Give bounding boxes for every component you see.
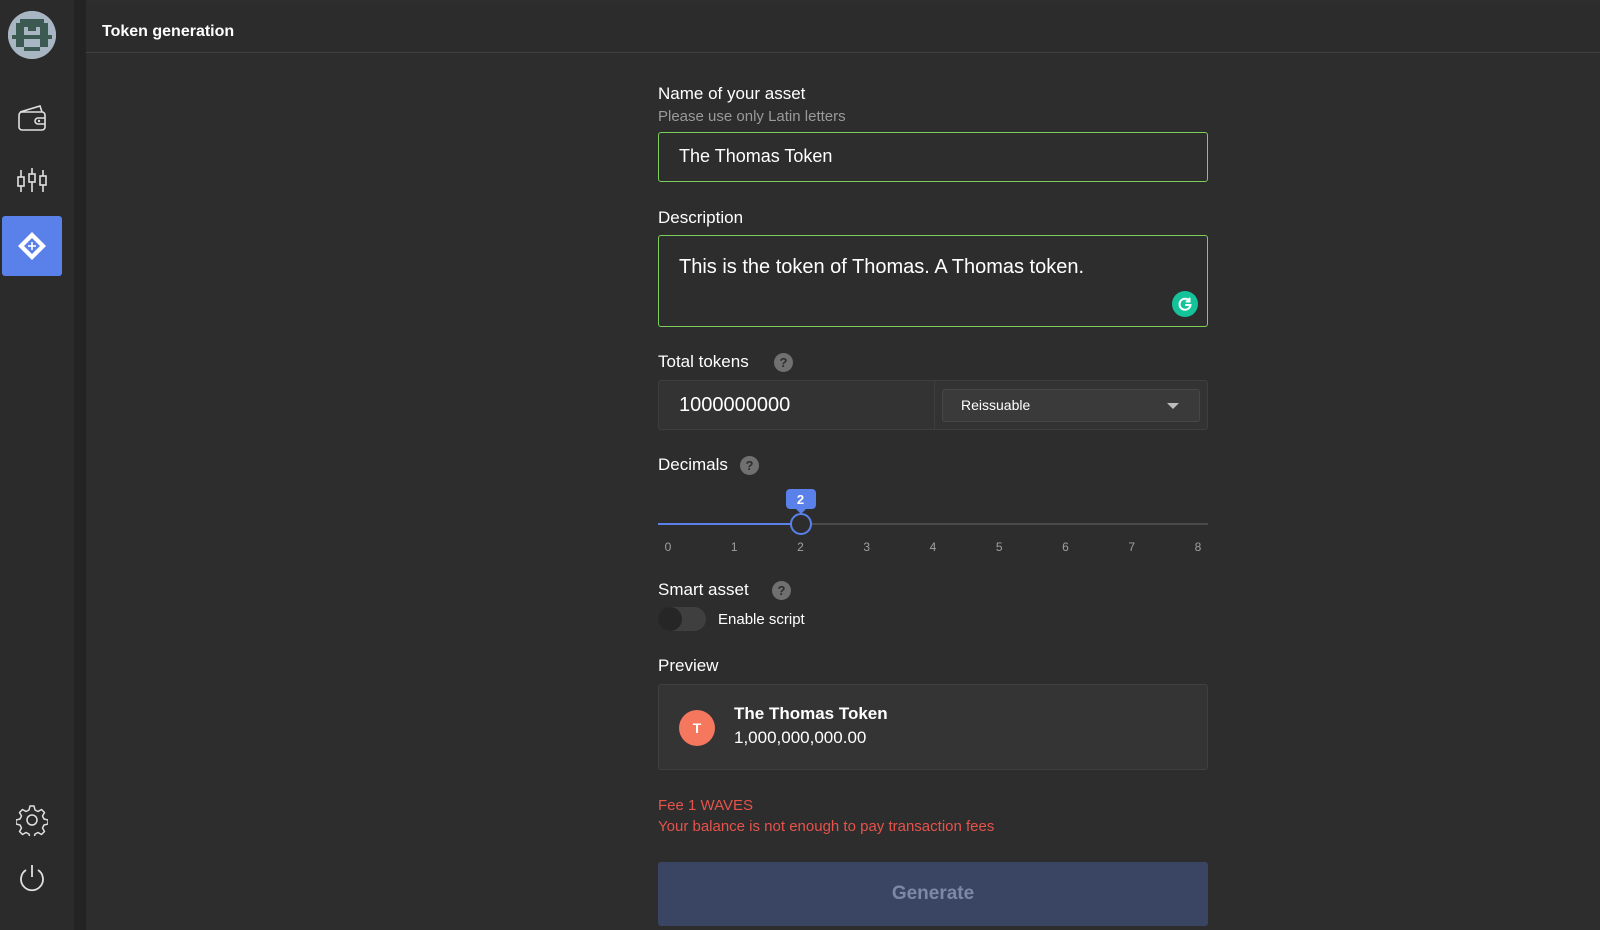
decimals-help-icon[interactable]: ? [740,456,759,475]
asset-name-label: Name of your asset [658,84,806,103]
avatar[interactable] [8,11,56,59]
description-label: Description [658,208,744,227]
power-icon [20,865,44,892]
grammarly-icon[interactable] [1172,291,1198,317]
preview-token-name: The Thomas Token [734,704,888,723]
sidebar-item-dex[interactable] [2,150,62,210]
main-content: Token generation Name of your asset Plea… [86,0,1600,930]
sidebar [0,0,74,930]
asset-name-hint: Please use only Latin letters [658,108,846,125]
decimals-tick: 1 [730,540,738,554]
decimals-tick: 3 [863,540,871,554]
decimals-value-bubble: 2 [785,489,816,514]
enable-script-toggle[interactable] [658,607,706,631]
preview-label: Preview [658,656,719,675]
fee-amount: Fee 1 WAVES [658,797,754,814]
dex-chart-icon [17,168,47,192]
decimals-tick: 7 [1128,540,1136,554]
decimals-tick: 4 [929,540,937,554]
description-text: This is the token of Thomas. A Thomas to… [679,256,1085,278]
total-tokens-row: 1000000000 Reissuable [658,380,1208,430]
header-bar: Token generation [86,5,1600,53]
reissuable-select-value: Reissuable [961,397,1031,413]
sidebar-item-settings[interactable] [2,790,62,850]
total-tokens-label: Total tokens [658,352,749,371]
asset-name-input[interactable]: The Thomas Token [658,132,1208,182]
smart-asset-label: Smart asset [658,580,749,599]
decimals-tick: 5 [995,540,1003,554]
decimals-tick: 6 [1062,540,1069,554]
sidebar-item-wallet[interactable] [2,88,62,148]
total-tokens-input[interactable]: 1000000000 [679,381,790,429]
decimals-tick: 2 [797,540,804,554]
description-textarea[interactable]: This is the token of Thomas. A Thomas to… [658,235,1208,327]
smart-asset-help-icon[interactable]: ? [772,581,791,600]
grammarly-g-glyph [1178,297,1192,311]
reissuable-select[interactable]: Reissuable [942,389,1200,422]
sidebar-item-logout[interactable] [2,848,62,908]
identicon-icon [8,11,56,59]
token-preview-card: T The Thomas Token 1,000,000,000.00 [658,684,1208,770]
gear-icon [16,805,48,836]
decimals-tick: 8 [1194,540,1202,554]
sidebar-item-token-generation[interactable] [2,216,62,276]
page-title: Token generation [102,23,235,40]
token-create-icon [18,232,46,260]
wallet-icon [18,105,46,131]
fee-warning: Your balance is not enough to pay transa… [658,818,995,835]
enable-script-label: Enable script [718,611,805,628]
generate-button[interactable]: Generate [658,862,1208,926]
decimals-tick: 0 [664,540,672,554]
total-tokens-help-icon[interactable]: ? [774,353,793,372]
decimals-slider-handle[interactable] [789,513,812,535]
sidebar-divider [74,0,86,930]
decimals-label: Decimals [658,455,728,474]
tokens-divider [934,381,935,429]
preview-token-amount: 1,000,000,000.00 [734,728,867,747]
toggle-knob [658,607,682,631]
token-avatar: T [679,710,715,746]
decimals-slider-fill [658,523,801,525]
chevron-down-icon [1167,403,1179,409]
